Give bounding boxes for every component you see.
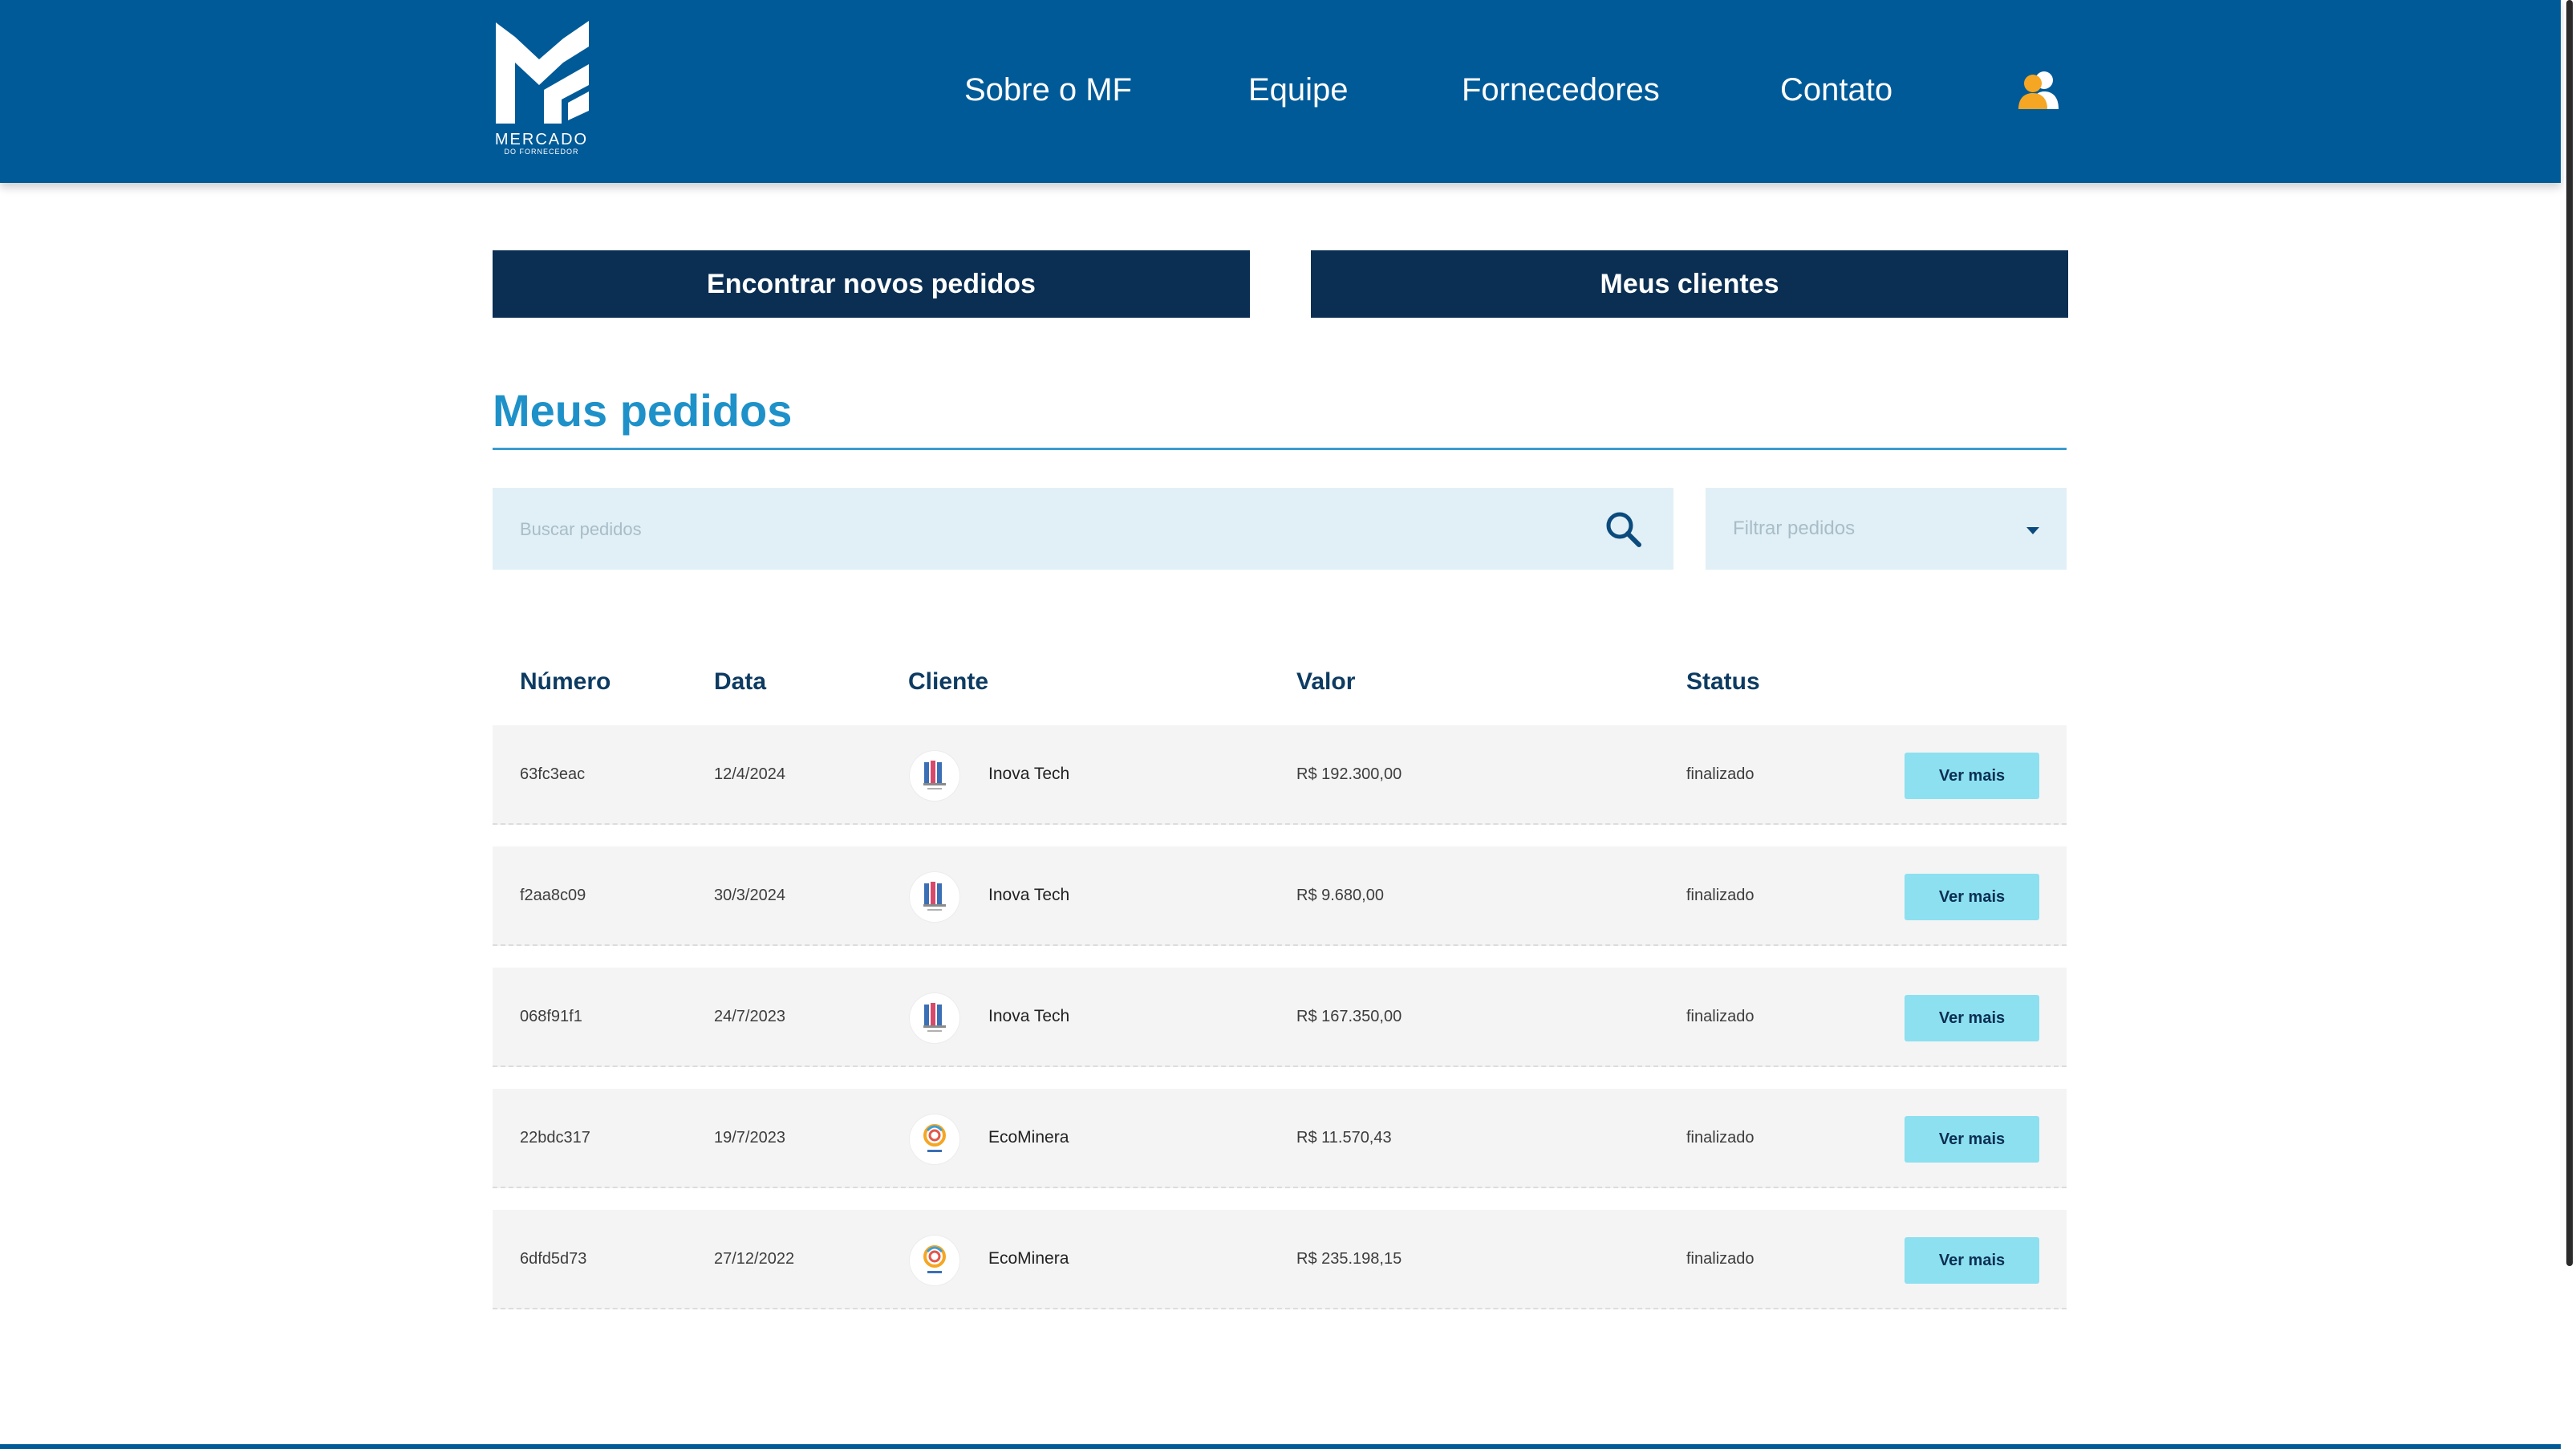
title-divider xyxy=(493,448,2067,450)
order-status: finalizado xyxy=(1686,887,1755,904)
ecominera-logo-icon xyxy=(910,1114,959,1164)
table-row: 6dfd5d73 27/12/2022 EcoMinera R$ 235.198… xyxy=(493,1210,2067,1309)
inova-tech-logo-icon xyxy=(910,872,959,922)
table-header: Número Data Cliente Valor Status xyxy=(493,642,2067,725)
nav-contato[interactable]: Contato xyxy=(1780,67,1892,112)
search-bar xyxy=(493,488,1673,570)
filter-label: Filtrar pedidos xyxy=(1733,518,1856,539)
order-date: 24/7/2023 xyxy=(714,1008,785,1025)
inova-tech-logo-icon xyxy=(910,993,959,1043)
table-row: 22bdc317 19/7/2023 EcoMinera R$ 11.570,4… xyxy=(493,1089,2067,1188)
order-date: 12/4/2024 xyxy=(714,765,785,783)
order-date: 19/7/2023 xyxy=(714,1129,785,1147)
order-number: 068f91f1 xyxy=(520,1008,582,1025)
mercado-fornecedor-logo[interactable]: MERCADO DO FORNECEDOR xyxy=(491,21,592,156)
nav-sobre-o-mf[interactable]: Sobre o MF xyxy=(964,67,1132,112)
logo-subtext: DO FORNECEDOR xyxy=(504,148,579,156)
column-header-valor: Valor xyxy=(1296,668,1356,695)
order-date: 30/3/2024 xyxy=(714,887,785,904)
search-icon[interactable] xyxy=(1603,509,1643,549)
order-value: R$ 235.198,15 xyxy=(1296,1250,1402,1268)
order-value: R$ 192.300,00 xyxy=(1296,765,1402,783)
client-name: EcoMinera xyxy=(988,1249,1069,1268)
client-name: Inova Tech xyxy=(988,765,1070,783)
order-number: f2aa8c09 xyxy=(520,887,586,904)
page-title: Meus pedidos xyxy=(493,385,793,436)
order-status: finalizado xyxy=(1686,1008,1755,1025)
table-row: 068f91f1 24/7/2023 Inova Tech R$ 167.350… xyxy=(493,968,2067,1067)
order-status: finalizado xyxy=(1686,1250,1755,1268)
footer-edge xyxy=(0,1444,2561,1449)
order-date: 27/12/2022 xyxy=(714,1250,795,1268)
ver-mais-button[interactable]: Ver mais xyxy=(1905,753,2039,799)
chevron-down-icon xyxy=(2026,525,2039,534)
ecominera-logo-icon xyxy=(910,1236,959,1285)
table-row: 63fc3eac 12/4/2024 Inova Tech R$ 192.300… xyxy=(493,725,2067,825)
nav-equipe[interactable]: Equipe xyxy=(1248,67,1349,112)
my-clients-button[interactable]: Meus clientes xyxy=(1311,250,2068,318)
table-row: f2aa8c09 30/3/2024 Inova Tech R$ 9.680,0… xyxy=(493,846,2067,946)
scrollbar-thumb[interactable] xyxy=(2566,0,2573,1266)
orders-table: Número Data Cliente Valor Status 63fc3ea… xyxy=(493,642,2067,1309)
order-number: 63fc3eac xyxy=(520,765,586,783)
client-name: Inova Tech xyxy=(988,1007,1070,1025)
column-header-numero: Número xyxy=(520,668,611,695)
search-input[interactable] xyxy=(518,509,1564,550)
ver-mais-button[interactable]: Ver mais xyxy=(1905,995,2039,1041)
order-number: 6dfd5d73 xyxy=(520,1250,587,1268)
order-value: R$ 11.570,43 xyxy=(1296,1129,1392,1147)
ver-mais-button[interactable]: Ver mais xyxy=(1905,1237,2039,1284)
mf-logo-mark-icon xyxy=(496,21,589,124)
logo-text: MERCADO xyxy=(494,131,589,148)
ver-mais-button[interactable]: Ver mais xyxy=(1905,874,2039,920)
users-icon[interactable] xyxy=(2017,71,2060,111)
client-name: Inova Tech xyxy=(988,886,1070,904)
order-status: finalizado xyxy=(1686,765,1755,783)
ver-mais-button[interactable]: Ver mais xyxy=(1905,1116,2039,1163)
column-header-data: Data xyxy=(714,668,767,695)
column-header-cliente: Cliente xyxy=(908,668,989,695)
order-status: finalizado xyxy=(1686,1129,1755,1147)
order-value: R$ 9.680,00 xyxy=(1296,887,1384,904)
client-name: EcoMinera xyxy=(988,1128,1069,1147)
filter-dropdown[interactable]: Filtrar pedidos xyxy=(1706,488,2067,570)
inova-tech-logo-icon xyxy=(910,751,959,801)
order-number: 22bdc317 xyxy=(520,1129,590,1147)
top-header: MERCADO DO FORNECEDOR Sobre o MF Equipe … xyxy=(0,0,2561,183)
nav-fornecedores[interactable]: Fornecedores xyxy=(1462,67,1660,112)
order-value: R$ 167.350,00 xyxy=(1296,1008,1402,1025)
column-header-status: Status xyxy=(1686,668,1760,695)
find-new-orders-button[interactable]: Encontrar novos pedidos xyxy=(493,250,1250,318)
